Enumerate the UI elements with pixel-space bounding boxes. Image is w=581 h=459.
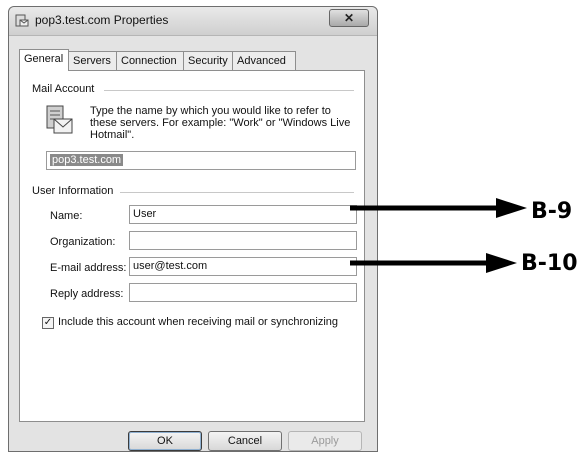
account-name-value: pop3.test.com <box>50 154 124 166</box>
close-icon: ✕ <box>343 11 355 25</box>
properties-dialog: pop3.test.com Properties ✕ General Serve… <box>8 6 378 452</box>
title-bar[interactable]: pop3.test.com Properties ✕ <box>9 7 377 36</box>
mail-account-description: Type the name by which you would like to… <box>90 105 351 141</box>
checkmark-icon: ✓ <box>43 317 53 328</box>
mail-account-divider <box>104 90 354 91</box>
reply-address-input[interactable] <box>129 283 357 302</box>
email-label: E-mail address: <box>50 262 127 274</box>
tab-advanced[interactable]: Advanced <box>232 51 296 70</box>
general-tab-panel: Mail Account Type the name by which you … <box>19 70 365 422</box>
reply-address-label: Reply address: <box>50 288 124 300</box>
include-account-checkbox[interactable]: ✓ <box>42 317 54 329</box>
user-information-divider <box>120 192 354 193</box>
tab-connection[interactable]: Connection <box>116 51 184 70</box>
organization-label: Organization: <box>50 236 116 248</box>
tab-servers[interactable]: Servers <box>68 51 117 70</box>
name-label: Name: <box>50 210 83 222</box>
tab-security[interactable]: Security <box>183 51 233 70</box>
user-information-group-label: User Information <box>32 185 118 197</box>
apply-button[interactable]: Apply <box>288 431 362 451</box>
organization-input[interactable] <box>129 231 357 250</box>
name-input[interactable]: User <box>129 205 357 224</box>
b10-callout-label: B-10 <box>521 251 578 276</box>
b9-callout-label: B-9 <box>531 199 573 224</box>
mail-account-icon <box>15 14 29 27</box>
envelope-icon <box>46 105 73 134</box>
close-button[interactable]: ✕ <box>329 9 369 27</box>
email-input[interactable]: user@test.com <box>129 257 357 276</box>
account-name-input[interactable]: pop3.test.com <box>46 151 356 170</box>
b9-arrow <box>350 198 527 218</box>
window-title: pop3.test.com Properties <box>35 13 169 27</box>
tab-general[interactable]: General <box>19 49 69 71</box>
cancel-button[interactable]: Cancel <box>208 431 282 451</box>
ok-button[interactable]: OK <box>128 431 202 451</box>
mail-account-group-label: Mail Account <box>32 83 99 95</box>
include-account-label[interactable]: Include this account when receiving mail… <box>58 316 338 328</box>
b10-arrow <box>350 253 517 273</box>
